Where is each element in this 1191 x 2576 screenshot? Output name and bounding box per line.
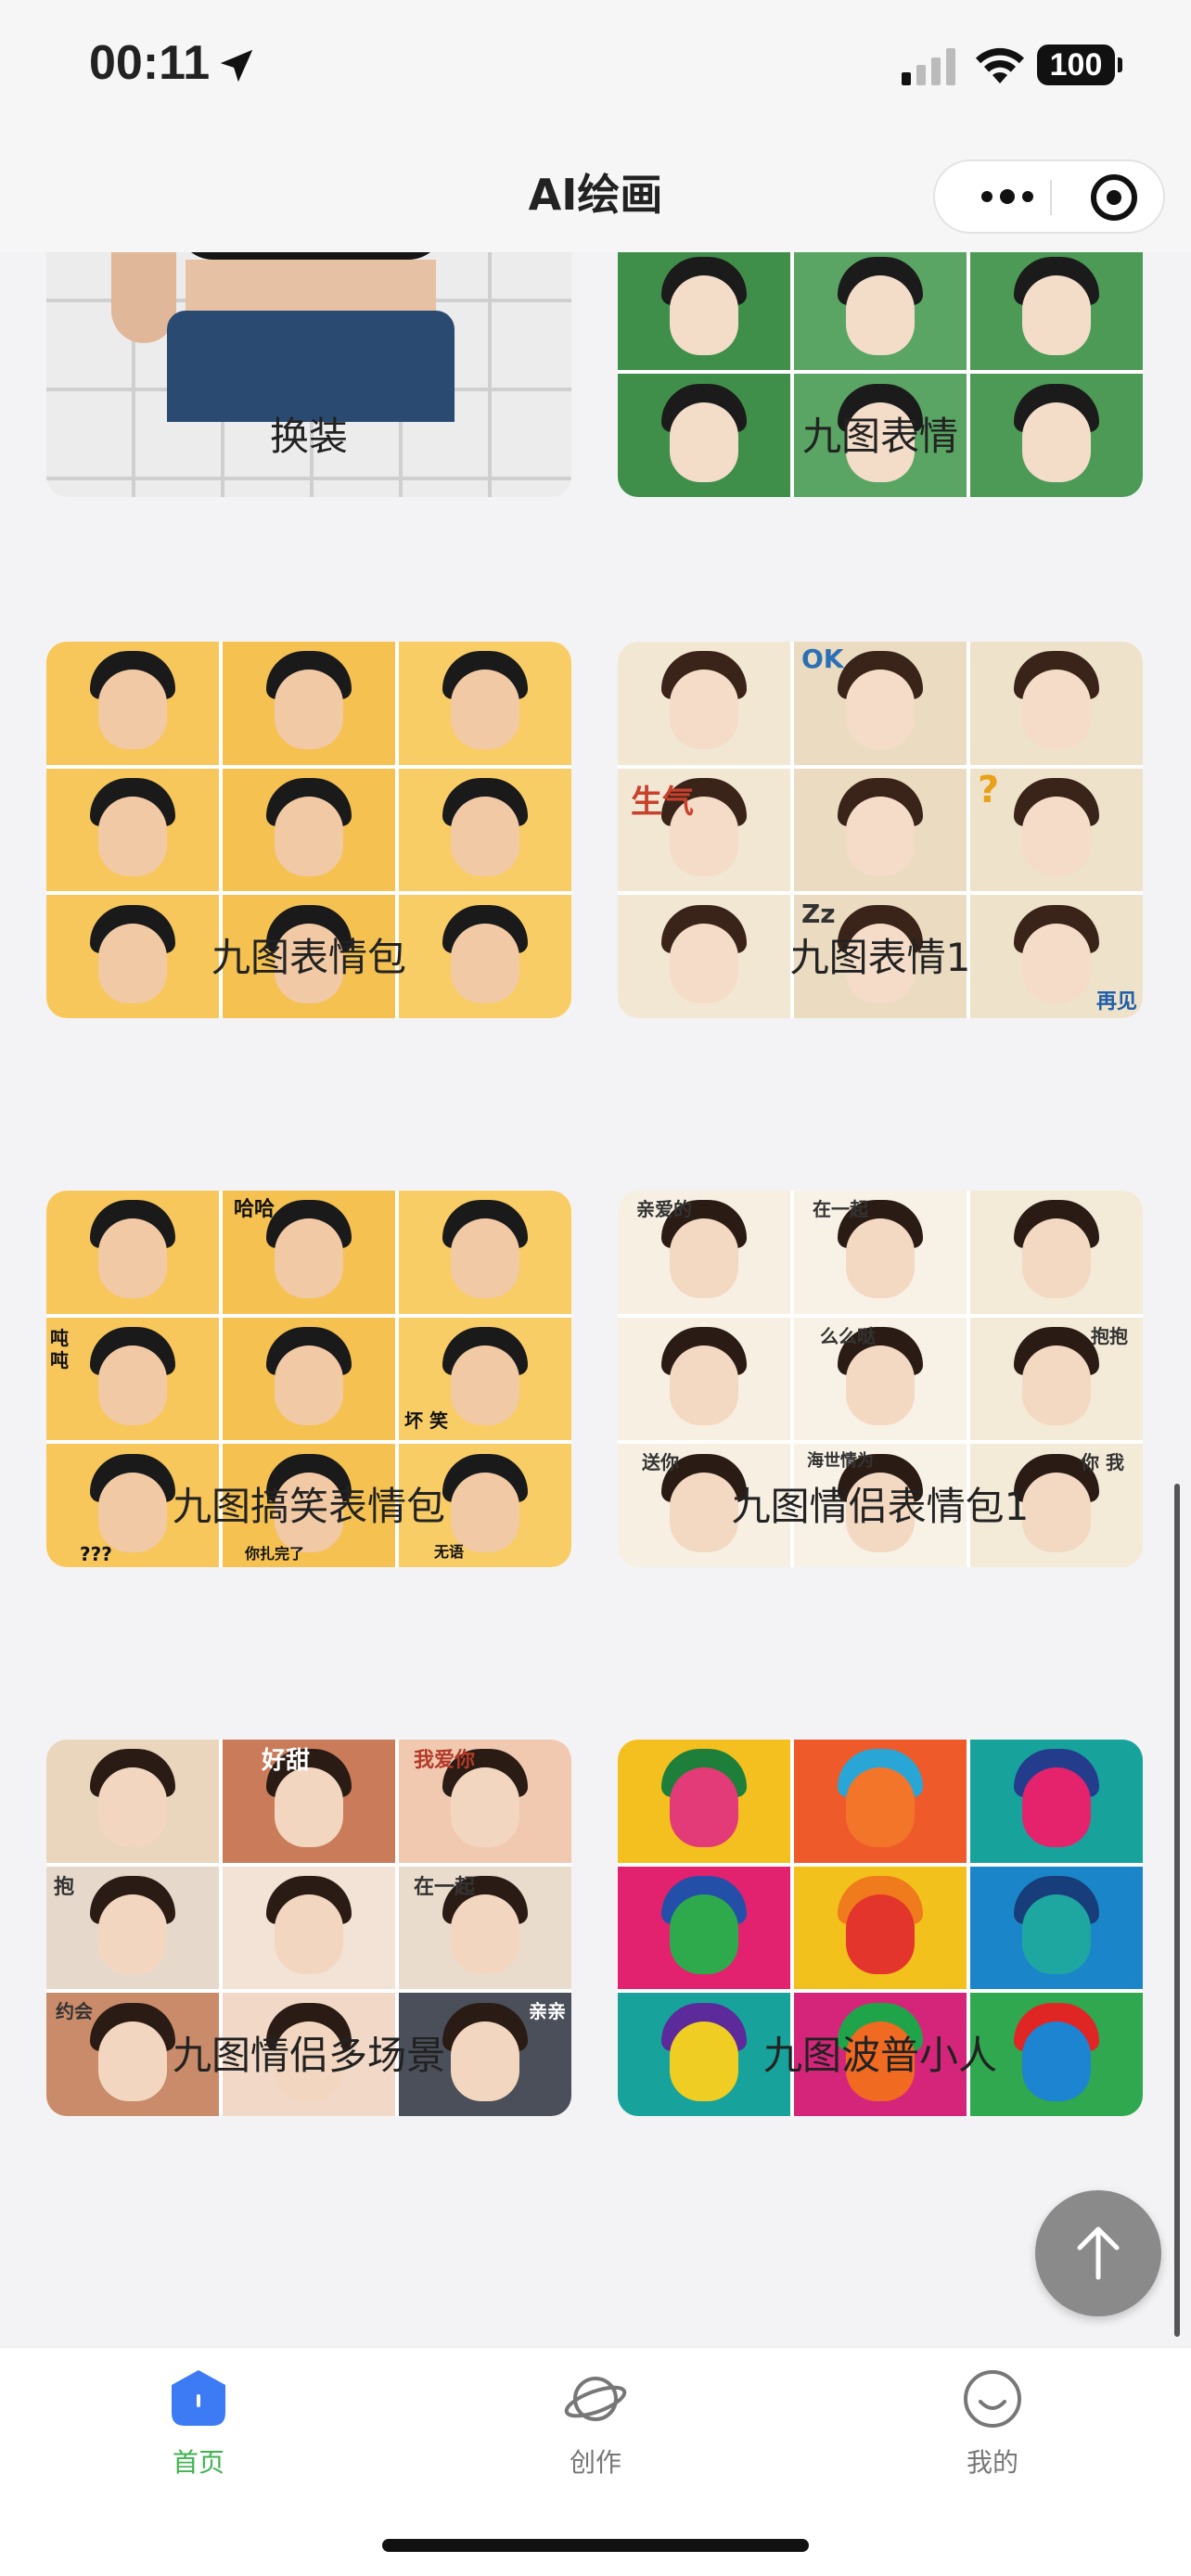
thumbnail-caption: 在一起 [414, 1875, 476, 1899]
thumbnail-cell [46, 768, 219, 892]
card-title: 换装 [269, 414, 348, 459]
thumbnail-cell [399, 642, 571, 765]
thumbnail-cell: 好甜 [223, 1740, 395, 1863]
thumbnail-cell: 哈哈 [223, 1191, 395, 1314]
thumbnail-cell: 在一起 [794, 1191, 967, 1314]
card-title: 九图表情包 [211, 935, 406, 980]
cellular-signal-icon [902, 48, 955, 85]
thumbnail-cell: 坏 笑 [399, 1317, 571, 1441]
smile-icon [960, 2366, 1025, 2431]
thumbnail-caption: 抱抱 [1091, 1324, 1128, 1347]
thumbnail-cell: 我爱你 [399, 1740, 571, 1863]
mini-program-capsule [933, 159, 1165, 234]
tab-label: 我的 [966, 2447, 1018, 2478]
card-title: 九图表情 [801, 414, 958, 459]
thumbnail-caption: 亲爱的 [636, 1198, 692, 1220]
card-list: 换装 九图表情 九图表情包 OK 生气? Zz 再见 九图表情1 哈哈 吨吨坏 笑???… [0, 252, 1191, 2346]
thumbnail-cell [399, 1191, 571, 1314]
tab-mine[interactable]: 我的 [900, 2366, 1085, 2480]
thumbnail-cell [399, 768, 571, 892]
tab-label: 创作 [569, 2447, 621, 2478]
card-nine-grid-funny-sticker[interactable]: 哈哈 吨吨坏 笑??? 你扎完了 无语 九图搞笑表情包 [46, 1191, 571, 1567]
thumbnail-caption: 我爱你 [414, 1749, 476, 1772]
thumbnail-cell [46, 1740, 219, 1863]
thumbnail-caption: 好甜 [262, 1747, 311, 1775]
thumbnail-cell [618, 1866, 790, 1990]
thumbnail-caption: 哈哈 [234, 1198, 275, 1221]
thumbnail-cell: 亲爱的 [618, 1191, 790, 1314]
thumbnail-cell: 生气 [618, 768, 790, 892]
thumbnail-cell: 抱 [46, 1866, 219, 1990]
thumbnail-cell [794, 768, 967, 892]
location-arrow-icon [220, 49, 253, 83]
thumbnail-caption: 生气 [631, 783, 694, 821]
thumbnail-cell [618, 1317, 790, 1441]
more-options-icon[interactable] [970, 161, 1044, 232]
thumbnail-cell [223, 642, 395, 765]
nav-bar: AI绘画 [0, 139, 1191, 252]
thumbnail-cell: 吨吨 [46, 1317, 219, 1441]
thumbnail-cell [223, 768, 395, 892]
tab-label: 首页 [172, 2447, 224, 2478]
thumbnail-caption: 在一起 [813, 1198, 868, 1220]
thumbnail-cell [618, 1740, 790, 1863]
scrollbar[interactable] [1174, 1484, 1180, 2337]
thumbnail-caption: 坏 笑 [404, 1409, 448, 1433]
thumbnail-cell [618, 642, 790, 765]
tab-create[interactable]: 创作 [503, 2366, 688, 2480]
thumbnail-cell: OK [794, 642, 967, 765]
card-title: 九图表情1 [789, 935, 971, 980]
thumbnail-cell [223, 1866, 395, 1990]
card-nine-grid-emoji-1[interactable]: OK 生气? Zz 再见 九图表情1 [618, 642, 1143, 1018]
home-icon [166, 2366, 231, 2431]
card-nine-grid-couple-sticker-1[interactable]: 亲爱的 在一起 么么哒 抱抱 送你 海世情为你 我 九图情侣表情包1 [618, 1191, 1143, 1567]
thumbnail-cell [223, 1317, 395, 1441]
thumbnail-cell [794, 1866, 967, 1990]
battery-indicator: 100 [1037, 45, 1122, 85]
thumbnail-cell: 在一起 [399, 1866, 571, 1990]
status-bar: 00:11 100 [0, 0, 1191, 139]
thumbnail-cell: 么么哒 [794, 1317, 967, 1441]
card-nine-grid-couple-scenes[interactable]: 好甜 我爱你抱在一起 约会 亲亲 九图情侣多场景 [46, 1740, 571, 2116]
status-time: 00:11 [89, 36, 211, 90]
home-indicator [382, 2539, 809, 2552]
thumbnail-cell [46, 1191, 219, 1314]
capsule-divider [1050, 180, 1052, 215]
thumbnail-cell [970, 1866, 1143, 1990]
card-title: 九图情侣多场景 [172, 2033, 445, 2078]
thumbnail-cell [46, 642, 219, 765]
scroll-to-top-button[interactable] [1035, 2190, 1161, 2316]
card-nine-grid-emoji[interactable]: 九图表情 [618, 252, 1143, 497]
thumbnail-caption: 吨吨 [50, 1326, 69, 1371]
card-title: 九图波普小人 [762, 2033, 997, 2078]
thumbnail-caption: ? [978, 768, 1000, 811]
thumbnail-caption: 抱 [54, 1875, 75, 1899]
card-title: 九图搞笑表情包 [172, 1484, 445, 1529]
card-title: 九图情侣表情包1 [731, 1484, 1030, 1529]
thumbnail-cell [970, 642, 1143, 765]
thumbnail-caption: OK [801, 644, 844, 674]
thumbnail-cell [970, 1740, 1143, 1863]
thumbnail-cell [970, 252, 1143, 371]
wifi-icon [976, 47, 1024, 83]
close-mini-program-icon[interactable] [1091, 174, 1137, 221]
card-nine-grid-sticker-pack[interactable]: 九图表情包 [46, 642, 571, 1018]
thumbnail-caption: 么么哒 [820, 1324, 876, 1347]
thumbnail-cell [794, 252, 967, 371]
arrow-up-icon [1077, 2226, 1120, 2280]
thumbnail-cell: 抱抱 [970, 1317, 1143, 1441]
thumbnail-cell: ? [970, 768, 1143, 892]
tab-home[interactable]: 首页 [106, 2366, 291, 2480]
thumbnail-cell [970, 1191, 1143, 1314]
card-outfit-change[interactable]: 换装 [46, 252, 571, 497]
card-nine-grid-pop-art[interactable]: 九图波普小人 [618, 1740, 1143, 2116]
thumbnail-cell [794, 1740, 967, 1863]
planet-icon [563, 2366, 628, 2431]
thumbnail-cell [618, 252, 790, 371]
